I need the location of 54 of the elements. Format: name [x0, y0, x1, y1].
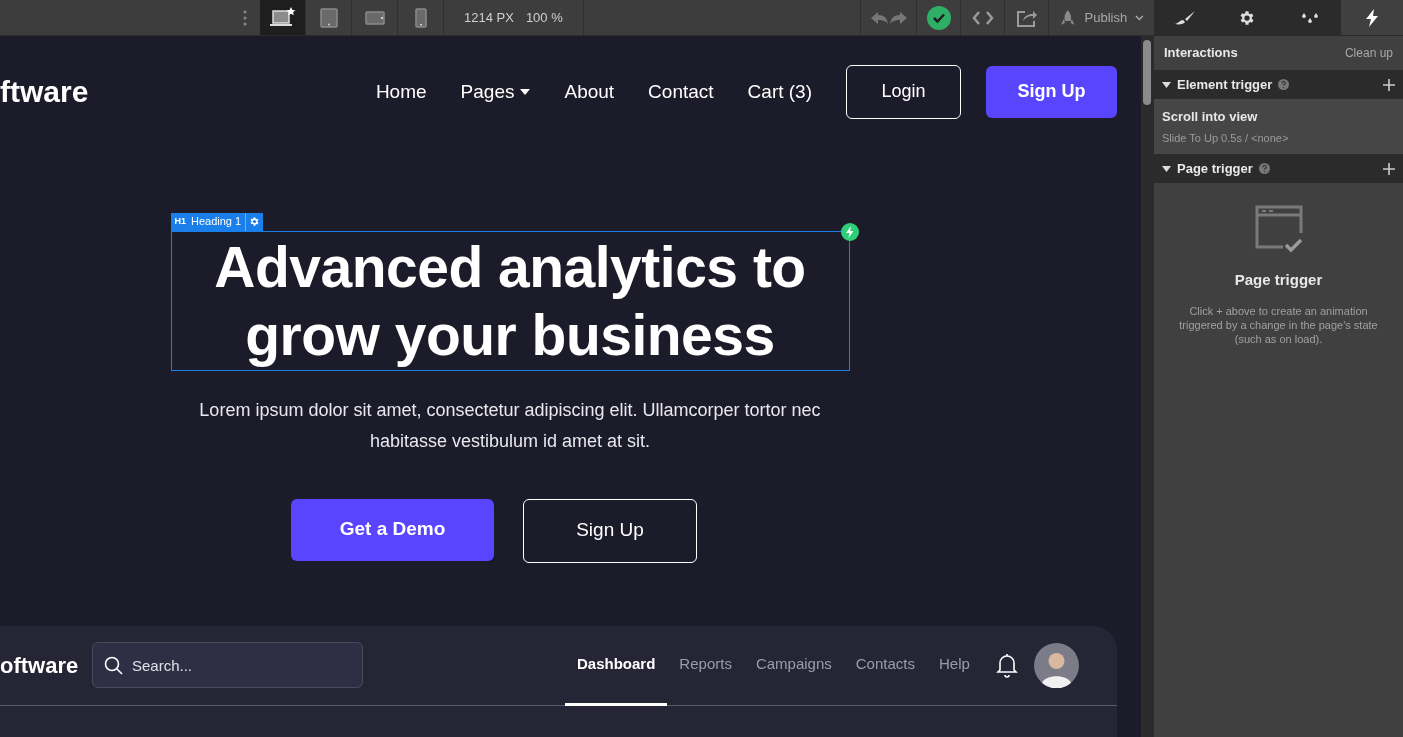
- nav-link[interactable]: Pages: [460, 77, 531, 107]
- device-tab[interactable]: [260, 0, 306, 35]
- site-logo[interactable]: ftware: [0, 76, 89, 107]
- trigger-title[interactable]: Scroll into view: [1162, 107, 1395, 127]
- trigger-detail: Slide To Up 0.5s / <none>: [1162, 130, 1290, 146]
- nav-link[interactable]: Home: [375, 77, 427, 107]
- caret-icon: [1135, 14, 1144, 21]
- rocket-icon: [1059, 8, 1077, 27]
- login-button[interactable]: Login: [846, 64, 961, 119]
- nav-link[interactable]: About: [564, 77, 615, 107]
- signup-button[interactable]: Sign Up: [986, 65, 1117, 118]
- element-label: H1 Heading 1: [173, 214, 243, 230]
- dashboard-logo[interactable]: oftware: [0, 648, 92, 682]
- panel-title: Interactions: [1164, 44, 1238, 63]
- add-icon[interactable]: [1383, 162, 1395, 175]
- caret-icon: [520, 88, 531, 95]
- demo-button[interactable]: Get a Demo: [291, 498, 494, 561]
- nav-tab[interactable]: Campaigns: [743, 626, 844, 707]
- nav-link[interactable]: Cart (3): [747, 77, 812, 107]
- tablet-icon: [319, 7, 338, 28]
- lightning-icon: [1364, 8, 1379, 27]
- section-header[interactable]: Element trigger: [1154, 70, 1403, 99]
- nav-tab[interactable]: Reports: [667, 626, 744, 707]
- hero-heading: Advanced analytics to grow your business: [213, 233, 807, 369]
- bell-icon[interactable]: [995, 652, 1018, 679]
- landscape-tablet-icon: [364, 10, 385, 25]
- lightning-badge-icon: [840, 222, 859, 241]
- clean-up-link[interactable]: Clean up: [1344, 44, 1393, 62]
- brush-icon: [1174, 9, 1197, 26]
- caret-icon: [1162, 165, 1171, 172]
- search-field[interactable]: Search...: [92, 642, 363, 689]
- laptop-star-icon: [269, 6, 296, 29]
- nav-tab[interactable]: Contacts: [843, 626, 927, 707]
- zoom-value: 100 %: [525, 8, 563, 27]
- help-icon[interactable]: [1258, 163, 1270, 174]
- avatar-icon[interactable]: [1033, 642, 1079, 688]
- nav-tab[interactable]: Help: [926, 626, 982, 707]
- signup-button[interactable]: Sign Up: [523, 498, 697, 563]
- undo-redo-icon[interactable]: [869, 9, 908, 26]
- caret-icon: [1162, 81, 1171, 88]
- section-header[interactable]: Page trigger: [1154, 154, 1403, 183]
- width-value: 1214 PX: [464, 8, 514, 27]
- nav-link[interactable]: Contact: [648, 77, 714, 107]
- scrollbar-thumb[interactable]: [1143, 40, 1151, 105]
- hero-paragraph: Lorem ipsum dolor sit amet, consectetur adipiscing elit. Ullamcorper tortor nec habitasse vestibulum id amet at sit.: [198, 398, 822, 453]
- help-icon[interactable]: [1278, 79, 1290, 90]
- phone-icon: [414, 7, 427, 28]
- add-icon[interactable]: [1383, 78, 1395, 91]
- status-check-icon: [926, 5, 951, 30]
- code-icon[interactable]: [971, 9, 994, 26]
- nav-tab[interactable]: Dashboard: [565, 626, 668, 707]
- empty-description: Click + above to create an animation triggered by a change in the page's state (such as on load).: [1178, 303, 1379, 346]
- search-icon: [104, 656, 123, 676]
- empty-title: Page trigger: [1234, 270, 1323, 290]
